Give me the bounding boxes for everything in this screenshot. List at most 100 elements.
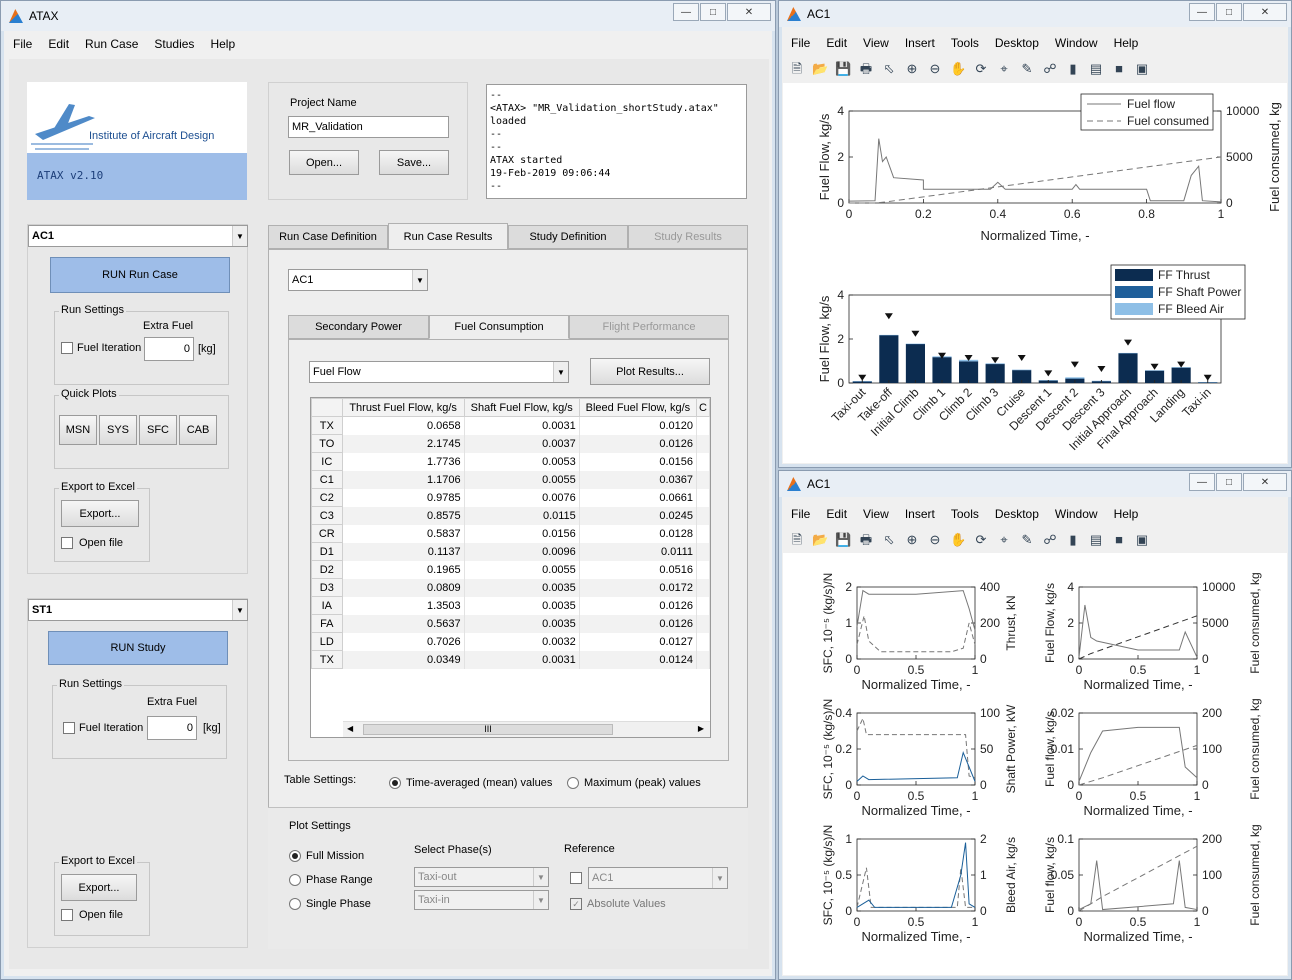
minimize-button[interactable]: —: [1189, 473, 1215, 491]
scroll-thumb[interactable]: III: [363, 724, 613, 735]
save-button[interactable]: Save...: [379, 150, 449, 175]
maximize-button[interactable]: □: [700, 3, 726, 21]
menu-window[interactable]: Window: [1047, 507, 1106, 521]
quick-plot-sfc-button[interactable]: SFC: [139, 415, 177, 445]
zoom-in-icon[interactable]: ⊕: [904, 61, 920, 77]
close-button[interactable]: ✕: [1243, 3, 1287, 21]
phase-start-select[interactable]: Taxi-out: [414, 867, 549, 887]
results-table[interactable]: Thrust Fuel Flow, kg/s Shaft Fuel Flow, …: [310, 397, 711, 738]
table-row[interactable]: IA 1.3503 0.0035 0.0126: [311, 596, 710, 615]
reference-checkbox[interactable]: [570, 872, 582, 884]
data-cursor-icon[interactable]: ⌖: [996, 61, 1012, 77]
absolute-values-checkbox[interactable]: ✓: [570, 898, 582, 910]
menu-insert[interactable]: Insert: [897, 36, 943, 50]
open-icon[interactable]: 📂: [812, 532, 828, 548]
menu-help[interactable]: Help: [1106, 507, 1147, 521]
plot-results-button[interactable]: Plot Results...: [590, 358, 710, 385]
reference-select[interactable]: AC1: [588, 867, 728, 889]
pan-icon[interactable]: ✋: [950, 61, 966, 77]
close-button[interactable]: ✕: [727, 3, 771, 21]
table-row[interactable]: LD 0.7026 0.0032 0.0127: [311, 632, 710, 651]
pointer-icon[interactable]: ⬁: [881, 61, 897, 77]
zoom-out-icon[interactable]: ⊖: [927, 61, 943, 77]
maximize-button[interactable]: □: [1216, 473, 1242, 491]
menu-window[interactable]: Window: [1047, 36, 1106, 50]
menu-edit[interactable]: Edit: [818, 507, 855, 521]
quick-plot-cab-button[interactable]: CAB: [179, 415, 217, 445]
menu-desktop[interactable]: Desktop: [987, 507, 1047, 521]
menu-insert[interactable]: Insert: [897, 507, 943, 521]
brush-icon[interactable]: ✎: [1019, 61, 1035, 77]
colorbar-icon[interactable]: ▮: [1065, 61, 1081, 77]
table-row[interactable]: C1 1.1706 0.0055 0.0367: [311, 470, 710, 489]
menu-desktop[interactable]: Desktop: [987, 36, 1047, 50]
table-row[interactable]: IC 1.7736 0.0053 0.0156: [311, 452, 710, 471]
hide-tools-icon[interactable]: ■: [1111, 532, 1127, 548]
menu-view[interactable]: View: [855, 507, 897, 521]
study-export-button[interactable]: Export...: [61, 874, 137, 901]
zoom-in-icon[interactable]: ⊕: [904, 532, 920, 548]
new-figure-icon[interactable]: 🗎: [789, 532, 805, 548]
menu-file[interactable]: File: [783, 36, 818, 50]
link-icon[interactable]: ☍: [1042, 532, 1058, 548]
scroll-left-icon[interactable]: ◀: [347, 724, 353, 733]
brush-icon[interactable]: ✎: [1019, 532, 1035, 548]
radio-single-phase[interactable]: [289, 898, 301, 910]
tab-study-results[interactable]: Study Results: [628, 225, 748, 249]
table-row[interactable]: TX 0.0349 0.0031 0.0124: [311, 650, 710, 669]
study-fuel-iteration-checkbox[interactable]: [63, 722, 75, 734]
save-icon[interactable]: 💾: [835, 532, 851, 548]
fuel-iteration-checkbox[interactable]: [61, 342, 73, 354]
hide-tools-icon[interactable]: ■: [1111, 61, 1127, 77]
table-row[interactable]: D3 0.0809 0.0035 0.0172: [311, 578, 710, 597]
run-study-button[interactable]: RUN Study: [48, 631, 228, 665]
radio-full-mission[interactable]: [289, 850, 301, 862]
table-row[interactable]: C2 0.9785 0.0076 0.0661: [311, 488, 710, 507]
menu-run-case[interactable]: Run Case: [77, 37, 146, 51]
menu-view[interactable]: View: [855, 36, 897, 50]
menu-file[interactable]: File: [5, 37, 40, 51]
legend-icon[interactable]: ▤: [1088, 61, 1104, 77]
pointer-icon[interactable]: ⬁: [881, 532, 897, 548]
link-icon[interactable]: ☍: [1042, 61, 1058, 77]
run-run-case-button[interactable]: RUN Run Case: [50, 257, 230, 293]
scroll-right-icon[interactable]: ▶: [698, 724, 704, 733]
dock-icon[interactable]: ▣: [1134, 61, 1150, 77]
maximize-button[interactable]: □: [1216, 3, 1242, 21]
study-select[interactable]: ST1: [28, 599, 248, 621]
dock-icon[interactable]: ▣: [1134, 532, 1150, 548]
table-hscrollbar[interactable]: ◀ III ▶: [343, 721, 710, 737]
minimize-button[interactable]: —: [673, 3, 699, 21]
quick-plot-msn-button[interactable]: MSN: [59, 415, 97, 445]
table-row[interactable]: D2 0.1965 0.0055 0.0516: [311, 560, 710, 579]
tab-run-case-results[interactable]: Run Case Results: [388, 223, 508, 250]
menu-help[interactable]: Help: [202, 37, 243, 51]
table-row[interactable]: TO 2.1745 0.0037 0.0126: [311, 434, 710, 453]
legend-icon[interactable]: ▤: [1088, 532, 1104, 548]
menu-tools[interactable]: Tools: [943, 36, 987, 50]
log-textbox[interactable]: -- <ATAX> "MR_Validation_shortStudy.atax…: [486, 84, 747, 199]
subtab-secondary-power[interactable]: Secondary Power: [288, 315, 429, 339]
phase-end-select[interactable]: Taxi-in: [414, 890, 549, 910]
menu-file[interactable]: File: [783, 507, 818, 521]
subtab-fuel-consumption[interactable]: Fuel Consumption: [429, 315, 569, 339]
rotate-icon[interactable]: ⟳: [973, 532, 989, 548]
minimize-button[interactable]: —: [1189, 3, 1215, 21]
open-icon[interactable]: 📂: [812, 61, 828, 77]
case-select[interactable]: AC1: [288, 269, 428, 291]
quick-plot-sys-button[interactable]: SYS: [99, 415, 137, 445]
plot-type-select[interactable]: Fuel Flow: [309, 361, 569, 383]
table-row[interactable]: D1 0.1137 0.0096 0.0111: [311, 542, 710, 561]
close-button[interactable]: ✕: [1243, 473, 1287, 491]
open-file-checkbox[interactable]: [61, 537, 73, 549]
export-button[interactable]: Export...: [61, 500, 139, 527]
subtab-flight-performance[interactable]: Flight Performance: [569, 315, 729, 339]
menu-help[interactable]: Help: [1106, 36, 1147, 50]
tab-run-case-definition[interactable]: Run Case Definition: [268, 225, 388, 249]
radio-mean-values[interactable]: [389, 777, 401, 789]
print-icon[interactable]: 🖶: [858, 532, 874, 548]
menu-tools[interactable]: Tools: [943, 507, 987, 521]
pan-icon[interactable]: ✋: [950, 532, 966, 548]
save-icon[interactable]: 💾: [835, 61, 851, 77]
study-extra-fuel-input[interactable]: 0: [147, 716, 197, 740]
